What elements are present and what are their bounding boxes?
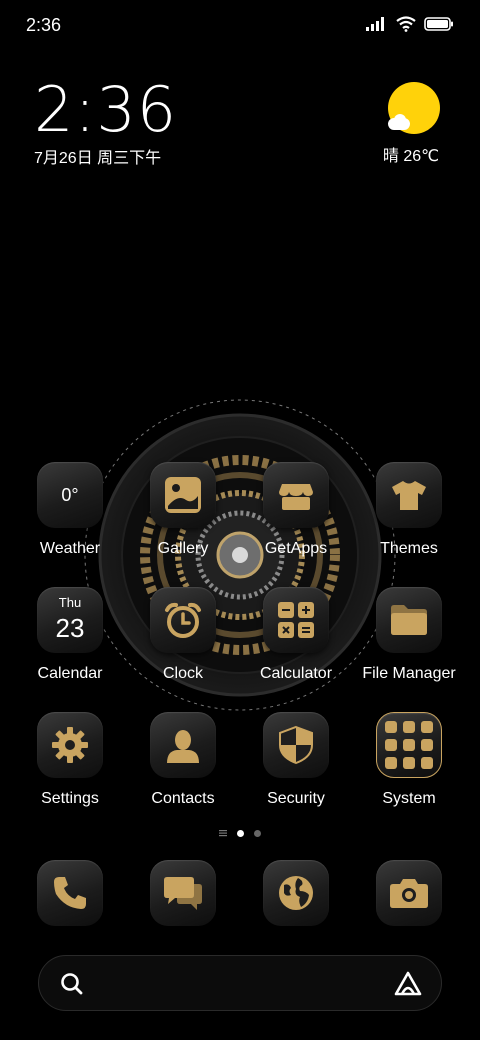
calendar-day-number: 23 [55,613,85,643]
page-dot-active[interactable] [237,829,244,837]
folder-icon [376,587,442,653]
settings-gear-icon [37,712,103,778]
app-getapps[interactable]: GetApps [248,462,344,558]
calculator-icon [263,587,329,653]
app-label-calendar: Calendar [37,665,103,682]
app-label-settings: Settings [41,790,99,807]
search-icon[interactable] [59,971,85,997]
drawer-lines-icon [219,830,227,837]
app-settings[interactable]: Settings [22,712,118,808]
store-icon [263,462,329,528]
app-calculator[interactable]: Calculator [248,587,344,683]
app-label-security: Security [267,790,325,807]
dock-camera[interactable] [361,860,457,926]
app-label-themes: Themes [380,540,438,557]
dock-phone[interactable] [22,860,118,926]
alarm-clock-icon [150,587,216,653]
assistant-icon[interactable] [393,970,423,998]
messages-icon [150,860,216,926]
weather-app-temp: 0° [61,484,79,505]
app-system-folder[interactable]: System [361,712,457,808]
calendar-app-icon: Thu 23 [37,587,103,653]
dock-messages[interactable] [135,860,231,926]
app-weather[interactable]: 0° Weather [22,462,118,558]
calendar-weekday: Thu [58,595,82,610]
dock-browser[interactable] [248,860,344,926]
app-label-file-manager: File Manager [362,665,456,682]
app-security[interactable]: Security [248,712,344,808]
app-themes[interactable]: Themes [361,462,457,558]
app-contacts[interactable]: Contacts [135,712,231,808]
app-label-contacts: Contacts [151,790,215,807]
phone-icon [37,860,103,926]
app-label-system: System [382,790,436,807]
app-gallery[interactable]: Gallery [135,462,231,558]
app-label-weather: Weather [39,540,101,557]
search-bar[interactable] [38,955,442,1011]
app-label-getapps: GetApps [264,540,328,557]
shield-icon [263,712,329,778]
camera-icon [376,860,442,926]
weather-app-icon: 0° [37,462,103,528]
contact-person-icon [150,712,216,778]
folder-grid-icon [376,712,442,778]
gallery-icon [150,462,216,528]
browser-globe-icon [263,860,329,926]
app-file-manager[interactable]: File Manager [361,587,457,683]
app-label-calculator: Calculator [259,665,333,682]
app-label-gallery: Gallery [157,540,209,557]
tshirt-icon [376,462,442,528]
app-calendar[interactable]: Thu 23 Calendar [22,587,118,683]
page-dot[interactable] [254,829,261,837]
app-clock[interactable]: Clock [135,587,231,683]
app-label-clock: Clock [162,665,203,682]
page-indicator[interactable] [0,829,480,837]
